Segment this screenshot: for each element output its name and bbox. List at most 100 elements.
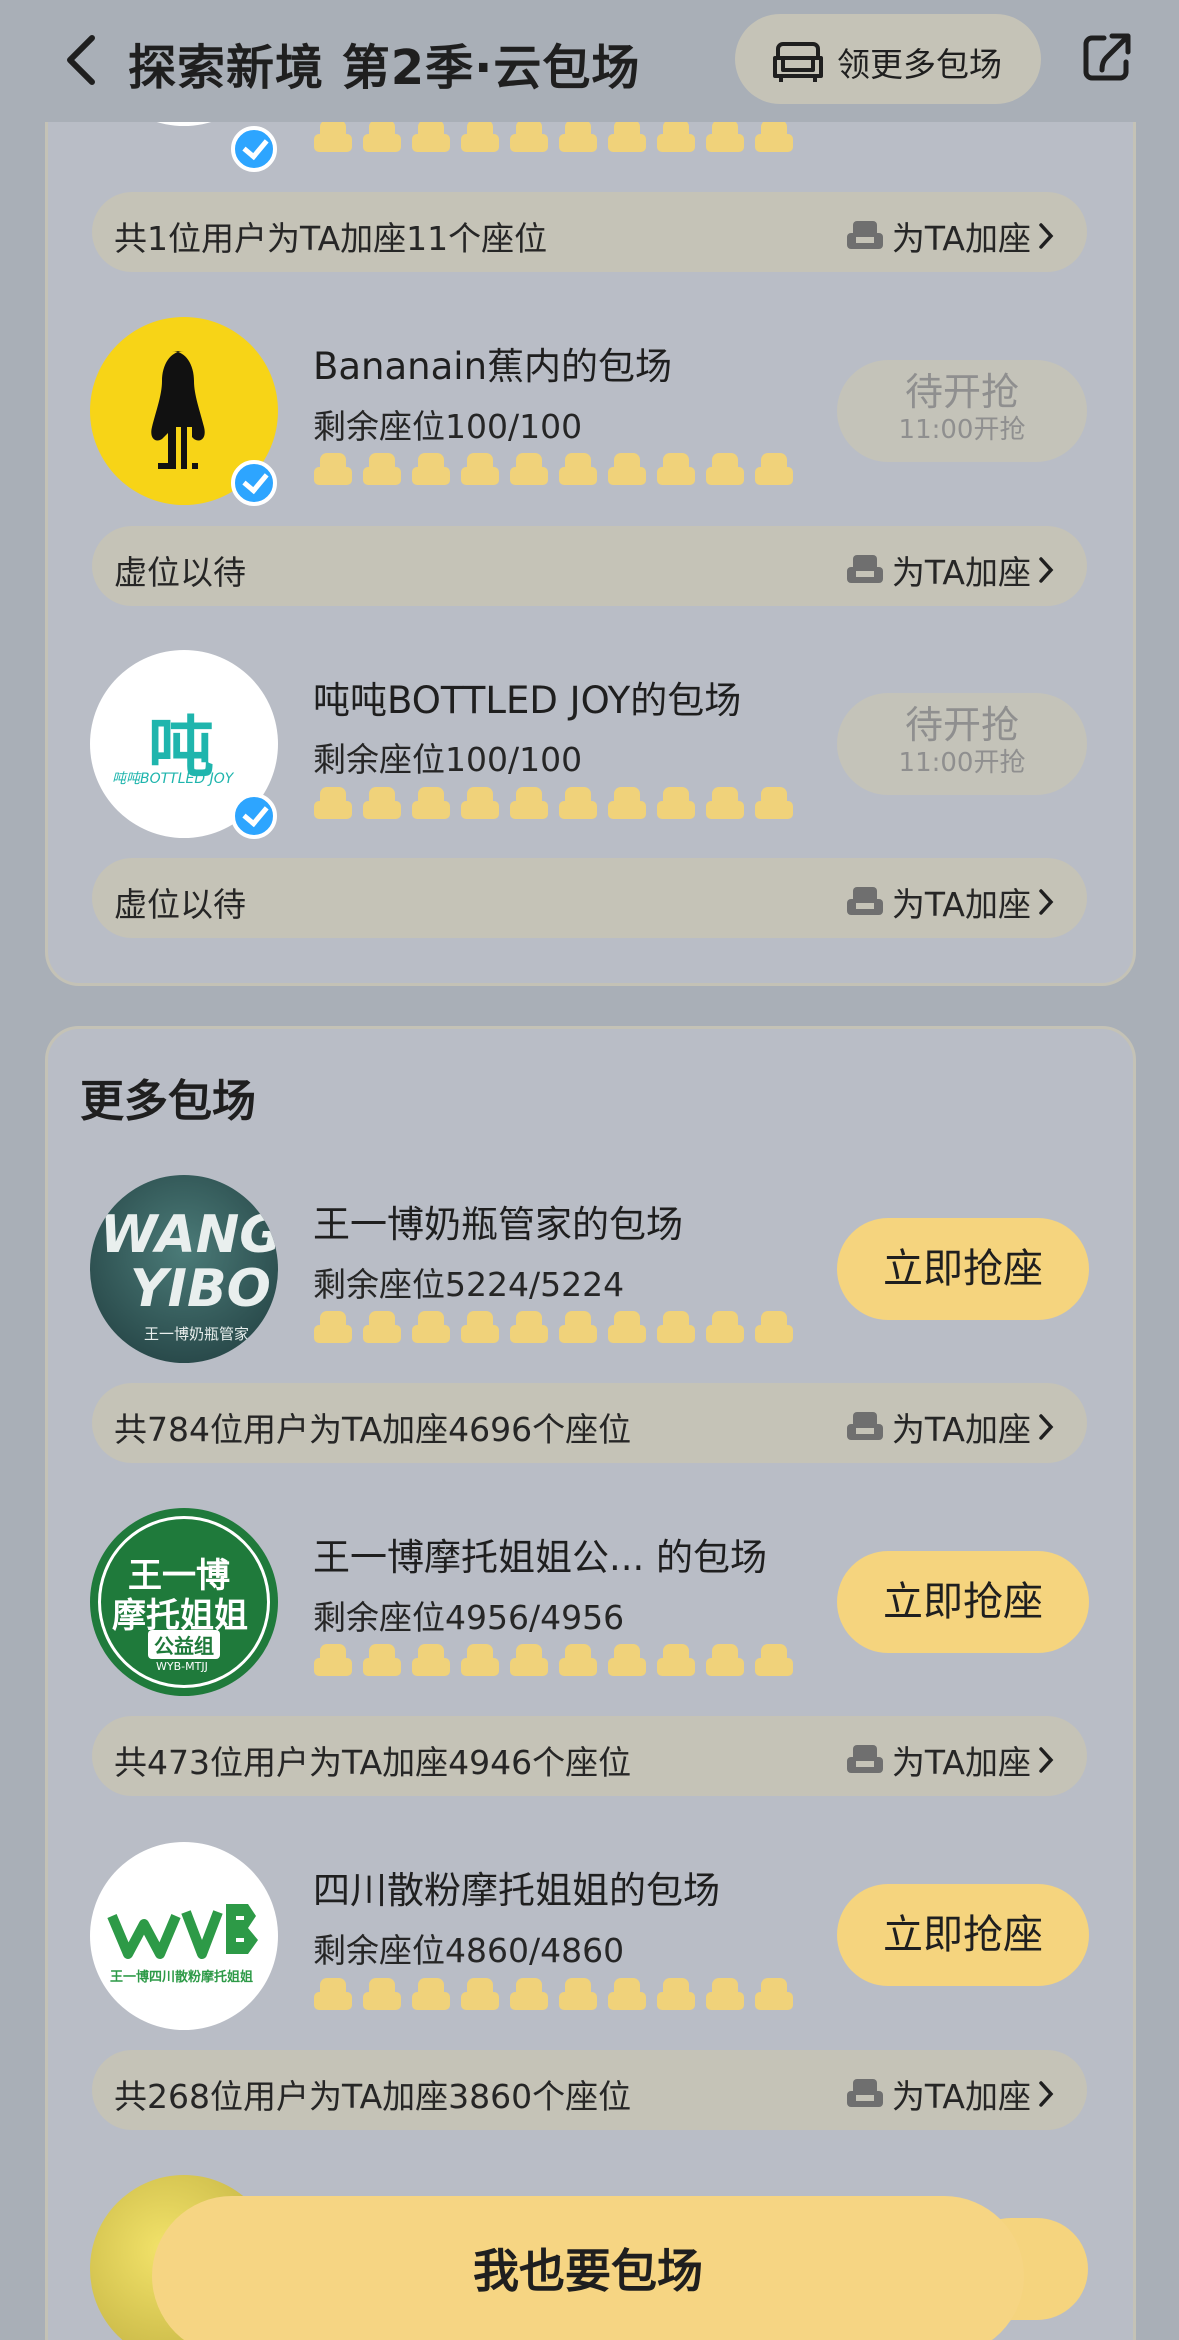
seat-icon <box>362 1309 402 1345</box>
seat-icon <box>705 1976 745 2012</box>
session-name: 吨吨BOTTLED JOY的包场 <box>313 679 742 722</box>
seat-icon <box>754 1976 794 2012</box>
seat-icon <box>705 785 745 821</box>
sofa-icon <box>773 42 823 82</box>
avatar-dundun-sub: 吨吨BOTTLED JOY <box>112 771 234 787</box>
seat-icon <box>656 1976 696 2012</box>
seat-info-bar[interactable]: 共1位用户为TA加座11个座位 为TA加座 <box>92 192 1087 272</box>
chevron-right-icon <box>1039 1414 1054 1440</box>
grab-seat-button[interactable]: 立即抢座 <box>837 1551 1089 1653</box>
waiting-button[interactable]: 待开抢 11:00开抢 <box>837 360 1087 462</box>
add-seat-link[interactable]: 为TA加座 <box>846 2070 1057 2118</box>
seat-icons <box>313 1976 794 2016</box>
seat-icon <box>509 1642 549 1678</box>
seat-icons <box>313 118 794 158</box>
seat-icon <box>754 1309 794 1345</box>
add-seat-link[interactable]: 为TA加座 <box>846 546 1057 594</box>
add-seat-link[interactable]: 为TA加座 <box>846 212 1057 260</box>
verified-icon <box>231 126 277 172</box>
seat-info-bar[interactable]: 共784位用户为TA加座4696个座位 为TA加座 <box>92 1383 1087 1463</box>
seat-icon <box>607 1642 647 1678</box>
seat-icon <box>705 1309 745 1345</box>
seat-icon <box>754 118 794 154</box>
seat-icon <box>656 785 696 821</box>
seat-icon <box>313 451 353 487</box>
seat-icons <box>313 1309 794 1349</box>
create-session-button[interactable]: 我也要包场 <box>152 2196 1024 2340</box>
waiting-button[interactable]: 待开抢 11:00开抢 <box>837 693 1087 795</box>
add-seat-link[interactable]: 为TA加座 <box>846 1736 1057 1784</box>
avatar-moto-line4: WYB-MTJJ <box>156 1660 208 1673</box>
seat-info-text: 共1位用户为TA加座11个座位 <box>114 219 548 258</box>
seat-icon <box>509 451 549 487</box>
seat-icons <box>313 1642 794 1682</box>
seat-icon <box>411 1309 451 1345</box>
seat-icon <box>754 451 794 487</box>
avatar-wangyibo-line2: YIBO <box>130 1259 271 1319</box>
page-title: 探索新境 第2季·云包场 <box>128 40 641 96</box>
remaining-seats: 剩余座位4956/4956 <box>313 1598 625 1637</box>
seat-icon <box>362 1976 402 2012</box>
seat-icon <box>754 785 794 821</box>
avatar-wangyibo-sub: 王一博奶瓶管家 <box>144 1325 250 1343</box>
seat-info-text: 共784位用户为TA加座4696个座位 <box>114 1410 632 1449</box>
add-seat-link[interactable]: 为TA加座 <box>846 878 1057 926</box>
seat-icon <box>460 1976 500 2012</box>
chevron-right-icon <box>1039 1747 1054 1773</box>
seat-icon <box>754 1642 794 1678</box>
get-more-sessions-button[interactable]: 领更多包场 <box>735 14 1041 104</box>
seat-info-text: 虚位以待 <box>114 553 246 592</box>
seat-icons <box>313 451 794 491</box>
seat-icons <box>313 785 794 825</box>
avatar-wangyibo[interactable]: WANG YIBO 王一博奶瓶管家 <box>90 1175 278 1363</box>
avatar-sichuan[interactable]: 王一博四川散粉摩托姐姐 <box>90 1842 278 2030</box>
seat-icon <box>460 1309 500 1345</box>
seat-icon <box>607 1976 647 2012</box>
avatar-sichuan-sub: 王一博四川散粉摩托姐姐 <box>110 1970 254 1985</box>
seat-info-bar[interactable]: 共268位用户为TA加座3860个座位 为TA加座 <box>92 2050 1087 2130</box>
waiting-label: 待开抢 <box>904 703 1019 747</box>
waiting-time: 11:00开抢 <box>898 415 1026 445</box>
seat-icon <box>558 785 598 821</box>
top-nav-bar: 探索新境 第2季·云包场 领更多包场 <box>0 0 1179 122</box>
seat-icon <box>509 1976 549 2012</box>
seat-info-bar[interactable]: 虚位以待 为TA加座 <box>92 526 1087 606</box>
seat-icon <box>607 451 647 487</box>
chevron-right-icon <box>1039 2081 1054 2107</box>
seat-icon <box>362 1642 402 1678</box>
seat-info-bar[interactable]: 虚位以待 为TA加座 <box>92 858 1087 938</box>
add-seat-label: 为TA加座 <box>891 219 1031 258</box>
grab-seat-button[interactable]: 立即抢座 <box>837 1218 1089 1320</box>
add-seat-link[interactable]: 为TA加座 <box>846 1403 1057 1451</box>
grab-seat-button[interactable]: 立即抢座 <box>837 1884 1089 1986</box>
remaining-seats: 剩余座位100/100 <box>313 407 583 446</box>
back-button[interactable] <box>58 30 104 90</box>
seat-icon <box>460 1642 500 1678</box>
avatar-moto-line3: 公益组 <box>148 1630 220 1659</box>
seat-icon <box>656 1309 696 1345</box>
seat-icon <box>313 785 353 821</box>
seat-icon <box>313 1976 353 2012</box>
session-name: 王一博奶瓶管家的包场 <box>313 1203 683 1246</box>
get-more-sessions-label: 领更多包场 <box>837 45 1002 84</box>
seat-icon <box>460 118 500 154</box>
seat-icon <box>558 1976 598 2012</box>
add-seat-label: 为TA加座 <box>891 885 1031 924</box>
seat-info-text: 虚位以待 <box>114 885 246 924</box>
seat-icon <box>705 118 745 154</box>
section-title: 更多包场 <box>80 1076 256 1127</box>
share-button[interactable] <box>1078 30 1134 86</box>
seat-icon <box>313 1309 353 1345</box>
sofa-icon <box>846 1745 883 1773</box>
seat-icon <box>558 451 598 487</box>
chevron-right-icon <box>1039 557 1054 583</box>
seat-info-bar[interactable]: 共473位用户为TA加座4946个座位 为TA加座 <box>92 1716 1087 1796</box>
sofa-icon <box>846 1412 883 1440</box>
seat-icon <box>705 1642 745 1678</box>
avatar-moto-sisters[interactable]: 王一博 摩托姐姐 公益组 WYB-MTJJ <box>90 1508 278 1696</box>
seat-icon <box>607 118 647 154</box>
waiting-time: 11:00开抢 <box>898 748 1026 778</box>
seat-icon <box>411 785 451 821</box>
seat-icon <box>411 118 451 154</box>
sofa-icon <box>846 221 883 249</box>
